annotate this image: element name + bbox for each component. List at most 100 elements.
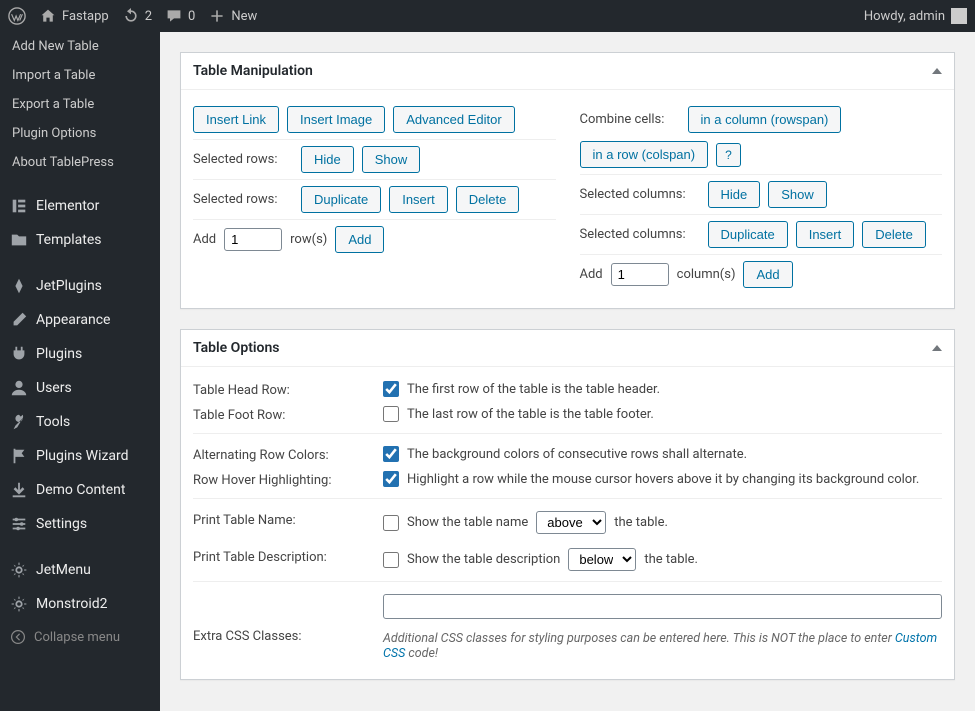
show-rows-button[interactable]: Show	[362, 146, 421, 173]
collapse-menu[interactable]: Collapse menu	[0, 621, 160, 653]
duplicate-cols-button[interactable]: Duplicate	[708, 221, 788, 248]
sidebar-tools[interactable]: Tools	[0, 405, 160, 439]
alt-colors-checkbox[interactable]	[383, 446, 399, 462]
foot-row-label: Table Foot Row:	[193, 406, 383, 423]
delete-rows-button[interactable]: Delete	[456, 186, 520, 213]
hover-checkbox[interactable]	[383, 471, 399, 487]
flag-icon	[10, 447, 28, 465]
sidebar-jetplugins[interactable]: JetPlugins	[0, 269, 160, 303]
sidebar-sub-export[interactable]: Export a Table	[0, 90, 160, 119]
selected-rows-label-2: Selected rows:	[193, 192, 293, 207]
howdy-link[interactable]: Howdy, admin	[864, 8, 967, 24]
rowspan-button[interactable]: in a column (rowspan)	[688, 106, 842, 133]
selected-rows-label: Selected rows:	[193, 152, 293, 167]
sidebar-label: Monstroid2	[36, 596, 108, 612]
hide-rows-button[interactable]: Hide	[301, 146, 354, 173]
sidebar-label: Templates	[36, 232, 102, 248]
wp-logo[interactable]	[8, 7, 26, 25]
print-name-select[interactable]: above	[536, 511, 606, 534]
sidebar-label: Plugins	[36, 346, 82, 362]
insert-image-button[interactable]: Insert Image	[287, 106, 385, 133]
new-label: New	[231, 9, 257, 24]
sidebar-label: Users	[36, 380, 72, 396]
new-link[interactable]: New	[209, 8, 257, 24]
delete-cols-button[interactable]: Delete	[862, 221, 926, 248]
sidebar-settings[interactable]: Settings	[0, 507, 160, 541]
comments-count: 0	[188, 9, 195, 24]
add-rows-button[interactable]: Add	[335, 226, 384, 253]
sidebar-sub-options[interactable]: Plugin Options	[0, 119, 160, 148]
site-name: Fastapp	[62, 9, 109, 24]
updates-link[interactable]: 2	[123, 8, 152, 24]
extra-css-input[interactable]	[383, 594, 942, 619]
duplicate-rows-button[interactable]: Duplicate	[301, 186, 381, 213]
updates-count: 2	[145, 9, 152, 24]
css-help-b: code!	[405, 646, 438, 661]
hide-cols-button[interactable]: Hide	[708, 181, 761, 208]
sidebar-label: Demo Content	[36, 482, 126, 498]
alt-colors-label: Alternating Row Colors:	[193, 446, 383, 463]
foot-row-checkbox[interactable]	[383, 406, 399, 422]
plug-icon	[10, 345, 28, 363]
site-name-link[interactable]: Fastapp	[40, 8, 109, 24]
print-name-pre: Show the table name	[407, 515, 528, 530]
sidebar-users[interactable]: Users	[0, 371, 160, 405]
advanced-editor-button[interactable]: Advanced Editor	[393, 106, 514, 133]
sidebar-appearance[interactable]: Appearance	[0, 303, 160, 337]
table-options-box: Table Options Table Head Row: The first …	[180, 329, 955, 680]
comments-link[interactable]: 0	[166, 8, 195, 24]
sidebar-plugins[interactable]: Plugins	[0, 337, 160, 371]
download-icon	[10, 481, 28, 499]
colspan-button[interactable]: in a row (colspan)	[580, 141, 709, 168]
extra-css-help: Additional CSS classes for styling purpo…	[383, 631, 942, 661]
print-name-checkbox[interactable]	[383, 515, 399, 531]
sidebar-demo-content[interactable]: Demo Content	[0, 473, 160, 507]
table-options-header: Table Options	[181, 330, 954, 367]
admin-bar: Fastapp 2 0 New Howdy, admin	[0, 0, 975, 32]
insert-cols-button[interactable]: Insert	[796, 221, 855, 248]
avatar	[951, 8, 967, 24]
sidebar-elementor[interactable]: Elementor	[0, 189, 160, 223]
print-desc-post: the table.	[644, 552, 698, 567]
print-desc-checkbox[interactable]	[383, 552, 399, 568]
collapse-label: Collapse menu	[34, 630, 120, 645]
combine-help-button[interactable]: ?	[716, 143, 741, 167]
table-options-title: Table Options	[193, 340, 280, 356]
main-content: Table Manipulation Insert Link Insert Im…	[160, 32, 975, 711]
table-manipulation-box: Table Manipulation Insert Link Insert Im…	[180, 52, 955, 309]
sidebar-plugins-wizard[interactable]: Plugins Wizard	[0, 439, 160, 473]
table-manipulation-title: Table Manipulation	[193, 63, 313, 79]
alt-colors-text: The background colors of consecutive row…	[407, 447, 747, 462]
add-cols-input[interactable]	[611, 263, 669, 286]
css-help-a: Additional CSS classes for styling purpo…	[383, 631, 895, 646]
collapse-toggle[interactable]	[932, 345, 942, 351]
add-rows-input[interactable]	[224, 228, 282, 251]
sidebar-sub-add-new[interactable]: Add New Table	[0, 32, 160, 61]
insert-rows-button[interactable]: Insert	[389, 186, 448, 213]
sidebar-sub-import[interactable]: Import a Table	[0, 61, 160, 90]
sliders-icon	[10, 515, 28, 533]
head-row-checkbox[interactable]	[383, 381, 399, 397]
print-desc-select[interactable]: below	[568, 548, 636, 571]
sidebar-monstroid2[interactable]: Monstroid2	[0, 587, 160, 621]
collapse-toggle[interactable]	[932, 68, 942, 74]
foot-row-text: The last row of the table is the table f…	[407, 407, 654, 422]
print-name-post: the table.	[614, 515, 668, 530]
add-rows-prefix: Add	[193, 232, 216, 247]
sidebar-label: Settings	[36, 516, 87, 532]
show-cols-button[interactable]: Show	[768, 181, 827, 208]
insert-link-button[interactable]: Insert Link	[193, 106, 279, 133]
sidebar-templates[interactable]: Templates	[0, 223, 160, 257]
combine-cells-label: Combine cells:	[580, 112, 680, 127]
sidebar-jetmenu[interactable]: JetMenu	[0, 553, 160, 587]
add-cols-button[interactable]: Add	[743, 261, 792, 288]
sidebar-label: Appearance	[36, 312, 110, 328]
print-desc-pre: Show the table description	[407, 552, 560, 567]
gear-icon	[10, 561, 28, 579]
head-row-label: Table Head Row:	[193, 381, 383, 398]
collapse-icon	[10, 629, 26, 645]
folder-icon	[10, 231, 28, 249]
sidebar-label: Elementor	[36, 198, 99, 214]
sidebar-sub-about[interactable]: About TablePress	[0, 148, 160, 177]
hover-label: Row Hover Highlighting:	[193, 471, 383, 488]
